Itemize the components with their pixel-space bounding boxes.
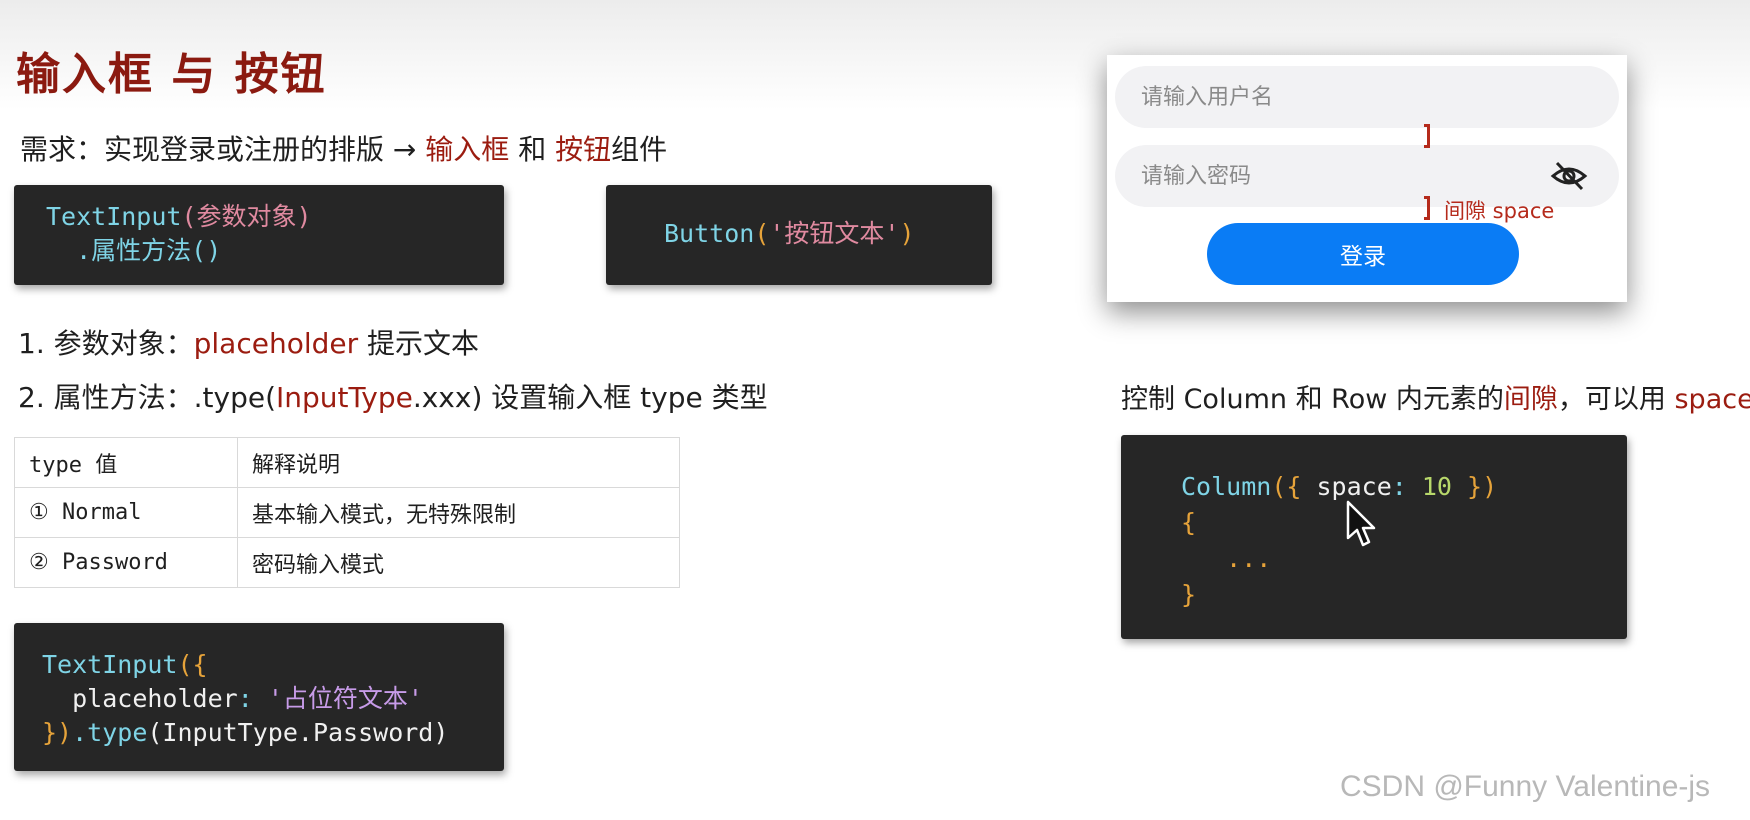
code-method: .属性方法() [76, 236, 222, 265]
list-item-2: 2. 属性方法：.type(InputType.xxx) 设置输入框 type … [18, 376, 768, 416]
code-block-textinput: TextInput(参数对象) .属性方法() [14, 185, 504, 285]
code-brace: ({ [1271, 472, 1302, 501]
gap-bracket-upper [1424, 124, 1430, 148]
login-demo-panel: 登录 [1107, 55, 1627, 302]
table-cell: ① Normal [14, 487, 238, 538]
code-key: space [1316, 472, 1392, 501]
code-param: (参数对象) [181, 202, 312, 231]
table-header-cell: type 值 [14, 437, 238, 488]
code-method: .type [72, 718, 148, 747]
login-button[interactable]: 登录 [1207, 223, 1519, 285]
code-arg: (InputType.Password) [147, 718, 449, 747]
code-brace: { [1181, 508, 1197, 537]
code-fn: Button [664, 219, 755, 248]
type-table: type 值 解释说明 ① Normal 基本输入模式，无特殊限制 ② Pass… [14, 437, 680, 588]
requirement-line: 需求：实现登录或注册的排版 → 输入框 和 按钮组件 [20, 128, 667, 168]
spacing-note-prefix: 控制 Column 和 Row 内元素的 [1121, 384, 1504, 415]
table-row: ② Password 密码输入模式 [14, 537, 680, 588]
code-block-example: TextInput({ placeholder: '占位符文本' }).type… [14, 623, 504, 771]
code-dots: ... [1226, 544, 1272, 573]
table-row: ① Normal 基本输入模式，无特殊限制 [14, 487, 680, 538]
code-brace: }) [1467, 472, 1498, 501]
code-colon: : [237, 684, 253, 713]
requirement-suffix: 组件 [611, 133, 668, 166]
code-fn: TextInput [42, 650, 178, 679]
list-item-mid: .xxx) [412, 381, 483, 414]
spacing-note-gap: 间隙 [1503, 384, 1558, 415]
list-item-key: placeholder [193, 327, 359, 360]
list-item-suffix: 提示文本 [367, 327, 480, 360]
table-cell: 基本输入模式，无特殊限制 [237, 487, 680, 538]
list-item-prefix: 1. 参数对象： [18, 327, 194, 360]
code-brace: }) [42, 718, 73, 747]
spacing-note: 控制 Column 和 Row 内元素的间隙，可以用 space [1121, 377, 1750, 416]
table-cell: 密码输入模式 [237, 537, 680, 588]
list-item-key: InputType [276, 381, 413, 414]
code-paren-close: ) [899, 219, 915, 248]
code-block-button: Button('按钮文本') [606, 185, 992, 285]
page-title: 输入框 与 按钮 [16, 49, 327, 100]
table-header-row: type 值 解释说明 [14, 437, 680, 488]
requirement-and: 和 [518, 133, 547, 166]
requirement-prefix: 需求：实现登录或注册的排版 → [20, 133, 417, 166]
code-fn: Column [1181, 472, 1272, 501]
spacing-note-suffix: ，可以用 [1557, 384, 1666, 415]
code-paren-open: ( [754, 219, 770, 248]
gap-bracket-lower [1424, 196, 1430, 220]
code-arg: '按钮文本' [769, 219, 900, 248]
list-item-suffix: 设置输入框 type 类型 [491, 381, 768, 414]
code-brace: } [1181, 580, 1197, 609]
code-colon: : [1391, 472, 1407, 501]
list-item-prefix: 2. 属性方法：.type( [18, 381, 276, 414]
code-brace: ({ [177, 650, 208, 679]
watermark: CSDN @Funny Valentine-js [1340, 770, 1711, 803]
code-string: '占位符文本' [267, 684, 423, 713]
code-number: 10 [1421, 472, 1452, 501]
requirement-button-word: 按钮 [555, 133, 612, 166]
list-item-1: 1. 参数对象：placeholder 提示文本 [18, 322, 479, 362]
gap-label: 间隙 space [1444, 199, 1555, 223]
table-cell: ② Password [14, 537, 238, 588]
code-fn: TextInput [46, 202, 182, 231]
requirement-input-word: 输入框 [425, 133, 510, 166]
spacing-note-space: space [1674, 384, 1750, 415]
username-input[interactable] [1115, 66, 1619, 128]
eye-off-icon[interactable] [1549, 158, 1589, 194]
table-header-cell: 解释说明 [237, 437, 680, 488]
code-key: placeholder [72, 684, 238, 713]
mouse-cursor-icon [1346, 500, 1376, 552]
